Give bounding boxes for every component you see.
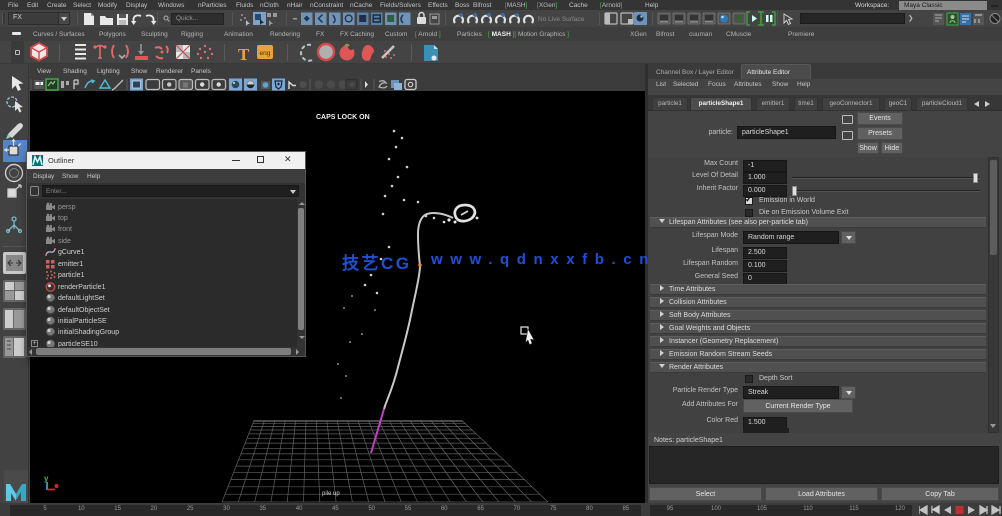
svg-text:CAPS LOCK ON: CAPS LOCK ON <box>316 114 370 121</box>
svg-text:y: y <box>44 474 49 483</box>
svg-text:pile up: pile up <box>322 491 340 497</box>
